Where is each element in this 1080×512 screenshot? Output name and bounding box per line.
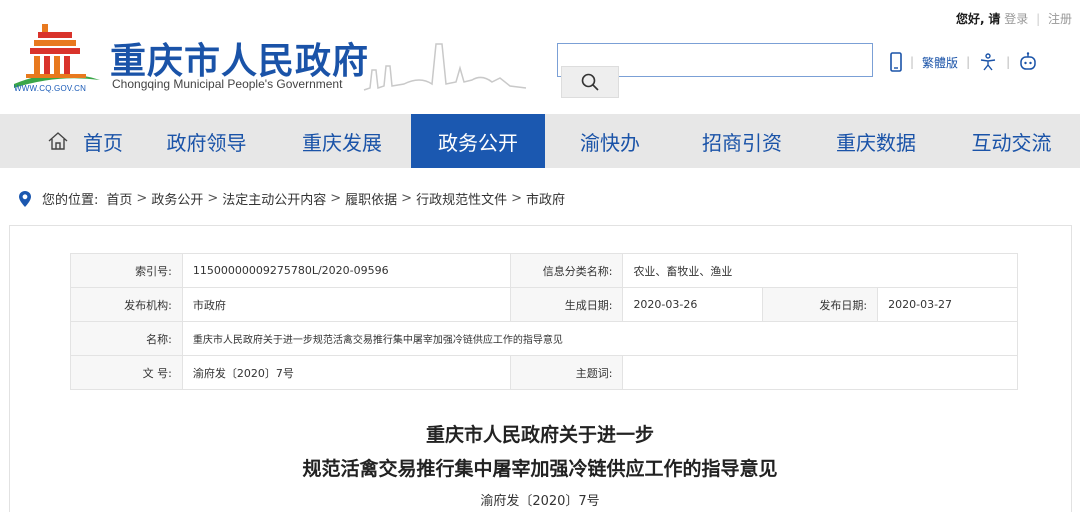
issuer-value: 市政府	[181, 287, 511, 322]
skyline-decoration-icon	[363, 43, 527, 91]
table-row: 索引号: 11500000009275780L/2020-09596 信息分类名…	[70, 253, 1018, 288]
breadcrumb-normative-docs[interactable]: 行政规范性文件	[416, 189, 507, 208]
published-date-label: 发布日期:	[762, 287, 879, 322]
breadcrumb-separator: >	[136, 191, 148, 206]
tool-separator: |	[1006, 55, 1011, 69]
nav-item-label: 政务公开	[438, 130, 518, 155]
doc-number-value: 渝府发〔2020〕7号	[181, 355, 511, 390]
home-icon	[48, 132, 68, 150]
nav-item-government-affairs[interactable]: 政务公开	[411, 114, 545, 168]
created-date-value: 2020-03-26	[622, 287, 764, 322]
breadcrumb-duty-basis[interactable]: 履职依据	[345, 189, 397, 208]
breadcrumb-separator: >	[207, 191, 219, 206]
breadcrumb-government-affairs[interactable]: 政务公开	[151, 189, 203, 208]
tool-separator: |	[910, 55, 915, 69]
nav-item-investment[interactable]: 招商引资	[675, 114, 809, 168]
document-title-line2: 规范活禽交易推行集中屠宰加强冷链供应工作的指导意见	[302, 458, 778, 480]
document-number: 渝府发〔2020〕7号	[480, 494, 600, 509]
nav-item-data[interactable]: 重庆数据	[809, 114, 943, 168]
breadcrumb-separator: >	[401, 191, 413, 206]
breadcrumb-separator: >	[330, 191, 342, 206]
link-separator: |	[1036, 12, 1041, 26]
doc-number-label: 文 号:	[70, 355, 183, 390]
index-value: 11500000009275780L/2020-09596	[181, 253, 511, 288]
nav-item-home[interactable]: 首页	[30, 114, 140, 168]
please-text: 请	[988, 12, 1001, 26]
table-row: 名称: 重庆市人民政府关于进一步规范活禽交易推行集中屠宰加强冷链供应工作的指导意…	[70, 321, 1019, 356]
site-name-en[interactable]: Chongqing Municipal People's Government	[112, 77, 342, 91]
subject-value	[622, 355, 1018, 390]
nav-item-label: 重庆发展	[302, 130, 382, 155]
nav-item-interaction[interactable]: 互动交流	[943, 114, 1080, 168]
header-tools: | 繁體版 | |	[890, 50, 1038, 74]
created-date-label: 生成日期:	[509, 287, 624, 322]
nav-item-leaders[interactable]: 政府领导	[140, 114, 273, 168]
search-icon	[581, 73, 599, 91]
top-user-links: 您好, 请 登录 | 注册	[956, 10, 1072, 27]
document-title-line1: 重庆市人民政府关于进一步	[425, 424, 654, 446]
nav-item-label: 互动交流	[971, 130, 1052, 155]
published-date-value: 2020-03-27	[877, 287, 1018, 322]
nav-item-yukuaiban[interactable]: 渝快办	[545, 114, 675, 168]
document-meta-table: 索引号: 11500000009275780L/2020-09596 信息分类名…	[70, 253, 1019, 390]
robot-assistant-icon[interactable]	[1018, 52, 1038, 72]
table-row: 文 号: 渝府发〔2020〕7号 主题词:	[70, 355, 1018, 390]
breadcrumb-municipal-government[interactable]: 市政府	[526, 189, 565, 208]
nav-item-development[interactable]: 重庆发展	[273, 114, 411, 168]
register-link[interactable]: 注册	[1048, 12, 1072, 26]
login-link[interactable]: 登录	[1004, 12, 1028, 26]
traditional-chinese-link[interactable]: 繁體版	[922, 54, 958, 71]
issuer-label: 发布机构:	[70, 287, 183, 322]
greeting-text: 您好,	[956, 12, 985, 26]
accessibility-icon[interactable]	[978, 52, 998, 72]
index-label: 索引号:	[70, 253, 183, 288]
category-label: 信息分类名称:	[509, 253, 624, 288]
site-header: WWW.CQ.GOV.CN 重庆市人民政府 Chongqing Municipa…	[0, 0, 1080, 114]
main-nav: 首页 政府领导 重庆发展 政务公开 渝快办 招商引资 重庆数据 互动交流	[0, 114, 1080, 168]
nav-item-label: 重庆数据	[836, 130, 916, 155]
breadcrumb-home[interactable]: 首页	[106, 189, 132, 208]
doc-name-value: 重庆市人民政府关于进一步规范活禽交易推行集中屠宰加强冷链供应工作的指导意见	[181, 321, 1019, 356]
search-button[interactable]	[561, 66, 619, 98]
mobile-icon[interactable]	[890, 52, 902, 72]
doc-name-label: 名称:	[70, 321, 183, 356]
table-row: 发布机构: 市政府 生成日期: 2020-03-26 发布日期: 2020-03…	[70, 287, 1018, 322]
breadcrumb-label: 您的位置:	[42, 193, 99, 208]
nav-item-label: 政府领导	[166, 130, 247, 155]
logo-url[interactable]: WWW.CQ.GOV.CN	[14, 84, 86, 93]
nav-item-label: 渝快办	[580, 130, 640, 155]
subject-label: 主题词:	[509, 355, 624, 390]
category-value: 农业、畜牧业、渔业	[622, 253, 1018, 288]
tool-separator: |	[966, 55, 971, 69]
location-pin-icon	[19, 190, 31, 207]
nav-item-label: 招商引资	[702, 130, 782, 155]
breadcrumb-separator: >	[511, 191, 522, 206]
nav-item-label: 首页	[83, 130, 123, 155]
breadcrumb-statutory-content[interactable]: 法定主动公开内容	[222, 189, 326, 208]
breadcrumb: 您的位置: 首页 > 政务公开 > 法定主动公开内容 > 履职依据 > 行政规范…	[18, 189, 565, 208]
